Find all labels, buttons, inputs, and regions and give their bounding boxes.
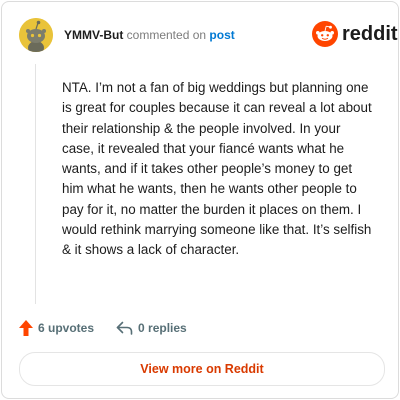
reply-button[interactable]: 0 replies bbox=[116, 321, 187, 335]
comment-header: YMMV-But commented on post bbox=[64, 27, 235, 43]
author-username[interactable]: YMMV-But bbox=[64, 28, 123, 42]
reddit-logo[interactable]: reddit bbox=[312, 20, 398, 48]
comment-body: NTA. I’m not a fan of big weddings but p… bbox=[62, 80, 372, 258]
comment-card: YMMV-But commented on post reddit NTA. I… bbox=[1, 1, 399, 399]
action-text: commented on bbox=[126, 28, 207, 42]
reply-arrow-icon bbox=[116, 321, 133, 335]
upvote-button[interactable]: 6 upvotes bbox=[19, 320, 94, 336]
reddit-logo-icon bbox=[312, 21, 338, 47]
upvote-arrow-icon bbox=[19, 320, 33, 336]
reply-count: 0 replies bbox=[138, 321, 187, 335]
snoo-avatar-icon bbox=[19, 18, 53, 52]
upvote-count: 6 upvotes bbox=[38, 321, 95, 335]
post-link[interactable]: post bbox=[209, 28, 234, 42]
comment-actions: 6 upvotes 0 replies bbox=[19, 318, 187, 338]
view-more-button[interactable]: View more on Reddit bbox=[19, 352, 385, 386]
reddit-wordmark: reddit bbox=[342, 23, 398, 45]
avatar[interactable] bbox=[19, 18, 53, 52]
thread-line bbox=[35, 64, 36, 304]
